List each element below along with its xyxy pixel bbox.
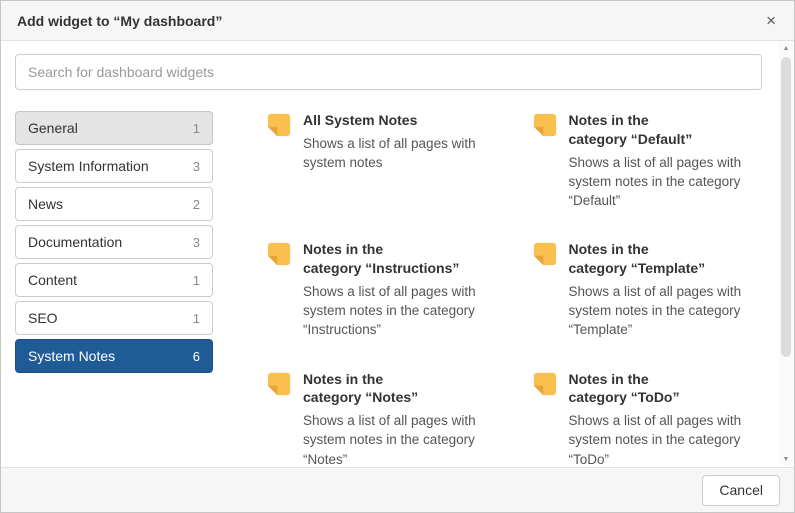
add-widget-dialog: Add widget to “My dashboard” × General 1… xyxy=(0,0,795,513)
close-icon[interactable]: × xyxy=(764,12,778,29)
category-label: Content xyxy=(28,272,77,288)
category-list: General 1 System Information 3 News 2 Do… xyxy=(15,111,213,467)
category-count: 2 xyxy=(193,197,200,212)
widget-description: Shows a list of all pages with system no… xyxy=(569,153,763,210)
category-label: System Notes xyxy=(28,348,115,364)
note-icon xyxy=(265,111,293,139)
widget-card-all-system-notes[interactable]: All System Notes Shows a list of all pag… xyxy=(265,111,497,210)
category-item-general[interactable]: General 1 xyxy=(15,111,213,145)
dialog-footer: Cancel xyxy=(1,467,794,512)
widget-title: Notes in the category “Notes” xyxy=(303,370,497,408)
category-item-content[interactable]: Content 1 xyxy=(15,263,213,297)
widget-description: Shows a list of all pages with system no… xyxy=(303,134,497,172)
category-item-seo[interactable]: SEO 1 xyxy=(15,301,213,335)
widget-description: Shows a list of all pages with system no… xyxy=(303,282,497,339)
widget-grid: All System Notes Shows a list of all pag… xyxy=(213,111,762,467)
category-label: News xyxy=(28,196,63,212)
category-count: 1 xyxy=(193,273,200,288)
note-icon xyxy=(265,240,293,268)
category-count: 3 xyxy=(193,235,200,250)
search-input[interactable] xyxy=(15,54,762,90)
note-icon xyxy=(531,370,559,398)
category-count: 1 xyxy=(193,311,200,326)
widget-title: Notes in the category “Template” xyxy=(569,240,763,278)
widget-card-notes-instructions[interactable]: Notes in the category “Instructions” Sho… xyxy=(265,240,497,339)
category-count: 1 xyxy=(193,121,200,136)
category-item-system-information[interactable]: System Information 3 xyxy=(15,149,213,183)
category-item-news[interactable]: News 2 xyxy=(15,187,213,221)
note-icon xyxy=(531,111,559,139)
cancel-button[interactable]: Cancel xyxy=(702,475,780,506)
widget-card-notes-notes[interactable]: Notes in the category “Notes” Shows a li… xyxy=(265,370,497,468)
dialog-content: General 1 System Information 3 News 2 Do… xyxy=(15,111,762,467)
category-item-system-notes[interactable]: System Notes 6 xyxy=(15,339,213,373)
note-icon xyxy=(531,240,559,268)
scrollbar-thumb[interactable] xyxy=(781,57,791,357)
widget-title: Notes in the category “Instructions” xyxy=(303,240,497,278)
dialog-title: Add widget to “My dashboard” xyxy=(17,13,222,29)
category-item-documentation[interactable]: Documentation 3 xyxy=(15,225,213,259)
dialog-body: General 1 System Information 3 News 2 Do… xyxy=(1,41,794,467)
widget-card-notes-template[interactable]: Notes in the category “Template” Shows a… xyxy=(531,240,763,339)
widget-card-notes-todo[interactable]: Notes in the category “ToDo” Shows a lis… xyxy=(531,370,763,468)
widget-card-notes-default[interactable]: Notes in the category “Default” Shows a … xyxy=(531,111,763,210)
scroll-down-icon[interactable]: ▼ xyxy=(783,456,790,463)
scroll-up-icon[interactable]: ▲ xyxy=(783,45,790,52)
note-icon xyxy=(265,370,293,398)
dialog-header: Add widget to “My dashboard” × xyxy=(1,1,794,41)
category-label: System Information xyxy=(28,158,149,174)
widget-title: All System Notes xyxy=(303,111,497,130)
widget-description: Shows a list of all pages with system no… xyxy=(569,411,763,467)
widget-title: Notes in the category “Default” xyxy=(569,111,763,149)
widget-description: Shows a list of all pages with system no… xyxy=(569,282,763,339)
category-label: General xyxy=(28,120,78,136)
widget-title: Notes in the category “ToDo” xyxy=(569,370,763,408)
category-label: SEO xyxy=(28,310,58,326)
category-count: 3 xyxy=(193,159,200,174)
category-count: 6 xyxy=(193,349,200,364)
scrollbar[interactable]: ▲ ▼ xyxy=(779,42,793,466)
category-label: Documentation xyxy=(28,234,122,250)
widget-description: Shows a list of all pages with system no… xyxy=(303,411,497,467)
